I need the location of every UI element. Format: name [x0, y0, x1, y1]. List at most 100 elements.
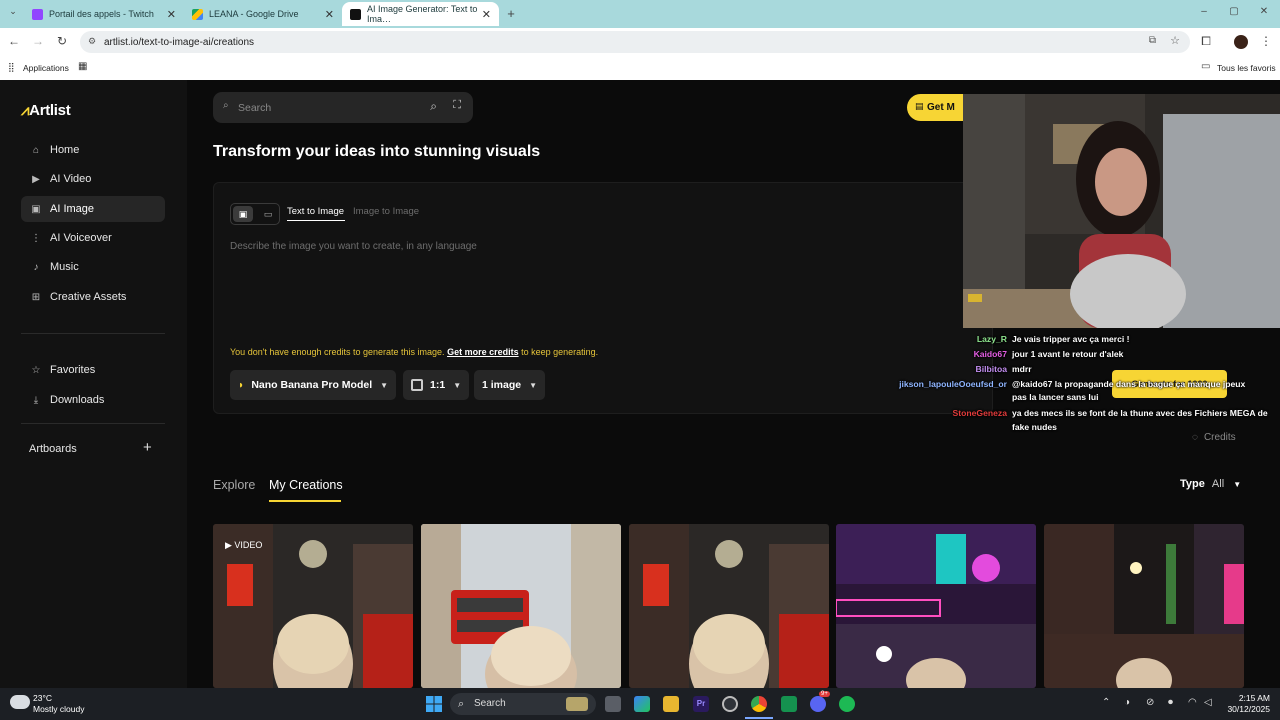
download-icon: ⤓ [33, 394, 39, 406]
tab-title: AI Image Generator: Text to Ima… [367, 4, 478, 24]
microphone-icon[interactable]: ⏺ [1168, 697, 1173, 708]
add-artboard-button[interactable]: + [143, 439, 152, 456]
tab-my-creations[interactable]: My Creations [269, 478, 343, 492]
chat-message: Je vais tripper avc ça merci ! [1012, 334, 1130, 344]
webcam-image [963, 94, 1280, 328]
new-tab-button[interactable]: + [503, 6, 519, 21]
windows-start-icon[interactable] [426, 696, 442, 712]
wifi-icon[interactable]: ◠ [1188, 697, 1197, 708]
sidebar-item-music[interactable]: ♪ Music [21, 254, 165, 280]
sidebar-item-downloads[interactable]: ⤓ Downloads [21, 387, 165, 413]
video-mode-icon[interactable]: ▭ [259, 206, 277, 222]
tab-twitch[interactable]: Portail des appels - Twitch ✕ [24, 2, 184, 26]
chevron-down-icon: ▼ [453, 380, 462, 390]
artlist-logo[interactable]: ⩘Artlist [21, 102, 71, 119]
drive-icon [192, 8, 203, 20]
search-icon[interactable]: ⌕ [430, 99, 437, 114]
obs-icon[interactable] [722, 696, 738, 712]
premiere-pro-icon[interactable]: Pr [693, 696, 709, 712]
sidebar-item-creative-assets[interactable]: ⊞ Creative Assets [21, 284, 165, 310]
maximize-icon[interactable]: ▢ [1226, 6, 1242, 17]
reload-icon[interactable]: ↻ [54, 34, 70, 48]
tab-explore[interactable]: Explore [213, 478, 255, 492]
search-input[interactable]: ⌕ Search ⌕ ⛶ [213, 92, 473, 123]
sidebar-item-ai-video[interactable]: ▶ AI Video [21, 166, 165, 192]
tray-app-icon[interactable]: ⊘ [1146, 697, 1154, 708]
close-icon[interactable]: ✕ [167, 8, 176, 21]
tab-artlist[interactable]: AI Image Generator: Text to Ima… ✕ [342, 2, 499, 26]
creation-thumbnail[interactable] [836, 524, 1036, 688]
type-filter[interactable]: Type All ▼ [1180, 478, 1241, 490]
creation-thumbnail[interactable] [421, 524, 621, 688]
discord-icon[interactable] [810, 696, 826, 712]
profile-avatar[interactable] [1234, 35, 1248, 49]
tab-image-to-image[interactable]: Image to Image [353, 206, 419, 217]
extensions-icon[interactable]: ⧠ [1198, 34, 1214, 49]
active-tab-underline [287, 220, 345, 221]
model-dropdown[interactable]: ◗ Nano Banana Pro Model ▼ [230, 370, 397, 400]
creation-thumbnail[interactable] [1044, 524, 1244, 688]
taskbar-search[interactable]: ⌕ Search [450, 693, 596, 715]
sidebar-item-label: AI Image [50, 203, 95, 215]
search-placeholder: Search [238, 101, 272, 114]
image-mode-icon[interactable]: ▣ [233, 206, 253, 222]
aspect-ratio-dropdown[interactable]: 1:1 ▼ [403, 370, 470, 400]
tray-app-icon[interactable]: ◑ [1124, 697, 1130, 708]
weather-status[interactable]: Mostly cloudy [33, 704, 85, 714]
file-explorer-icon[interactable] [663, 696, 679, 712]
close-icon[interactable]: ✕ [325, 8, 334, 21]
volume-icon[interactable]: ◁ [1204, 697, 1212, 708]
url-field[interactable]: ⚙ artlist.io/text-to-image-ai/creations … [80, 31, 1190, 53]
task-view-icon[interactable] [605, 696, 621, 712]
menu-icon[interactable]: ⋮ [1258, 34, 1274, 48]
close-icon[interactable]: ✕ [482, 8, 491, 21]
taskbar: 23°C Mostly cloudy ⌕ Search Pr 9+ ⌃ ◑ ⊘ … [0, 688, 1280, 720]
chevron-up-icon[interactable]: ⌃ [1102, 697, 1110, 708]
get-more-credits-link[interactable]: Get more credits [447, 347, 519, 357]
thumbnail-image [1044, 524, 1244, 688]
search-icon: ⌕ [223, 100, 229, 111]
clock-date[interactable]: 30/12/2025 [1222, 704, 1270, 714]
image-count-dropdown[interactable]: 1 image ▼ [474, 370, 546, 400]
waveform-icon: ⋮ [31, 232, 41, 244]
generator-panel: ▣ ▭ Text to Image Image to Image Describ… [213, 182, 993, 414]
sidebar-item-label: Favorites [50, 364, 96, 376]
sidebar-item-ai-image[interactable]: ▣ AI Image [21, 196, 165, 222]
chat-message: mdrr [1012, 364, 1032, 374]
tab-google-drive[interactable]: LEANA - Google Drive ✕ [184, 2, 342, 26]
thumbnail-image [836, 524, 1036, 688]
forward-icon[interactable]: → [30, 34, 46, 48]
app-icon[interactable] [781, 696, 797, 712]
minimize-icon[interactable]: – [1196, 6, 1212, 17]
spotify-icon[interactable] [839, 696, 855, 712]
sidebar-divider [21, 333, 165, 334]
bookmark-all-favorites[interactable]: Tous les favoris [1217, 63, 1276, 73]
sidebar-item-home[interactable]: ⌂ Home [21, 137, 165, 163]
back-icon[interactable]: ← [6, 34, 22, 48]
visual-search-icon[interactable]: ⛶ [453, 99, 461, 112]
artlist-icon [350, 8, 361, 20]
tab-groups-icon[interactable]: ▦ [78, 61, 87, 72]
sidebar-item-label: Downloads [50, 394, 105, 406]
apps-grid-icon: ⣿ [8, 62, 15, 72]
weather-temp[interactable]: 23°C [33, 693, 52, 703]
star-icon[interactable]: ☆ [1170, 34, 1180, 47]
chrome-icon[interactable] [751, 696, 767, 712]
page-title: Transform your ideas into stunning visua… [213, 143, 541, 160]
creation-thumbnail[interactable]: ▶ VIDEO [213, 524, 413, 688]
site-info-icon[interactable]: ⚙ [88, 36, 96, 47]
bookmark-applications[interactable]: Applications [23, 63, 69, 73]
clock-time[interactable]: 2:15 AM [1226, 693, 1270, 703]
widgets-icon[interactable] [634, 696, 650, 712]
sidebar-item-ai-voiceover[interactable]: ⋮ AI Voiceover [21, 225, 165, 251]
media-type-switch[interactable]: ▣ ▭ [230, 203, 280, 225]
sidebar-item-label: AI Video [50, 173, 92, 185]
prompt-input[interactable]: Describe the image you want to create, i… [230, 241, 970, 331]
music-note-icon: ♪ [33, 261, 39, 273]
creation-thumbnail[interactable] [629, 524, 829, 688]
translate-icon[interactable]: ⧉ [1149, 35, 1156, 46]
window-close-icon[interactable]: ✕ [1256, 6, 1272, 17]
tab-search-icon[interactable]: ⌄ [5, 6, 21, 17]
tab-text-to-image[interactable]: Text to Image [287, 206, 344, 217]
sidebar-item-favorites[interactable]: ☆ Favorites [21, 357, 165, 383]
